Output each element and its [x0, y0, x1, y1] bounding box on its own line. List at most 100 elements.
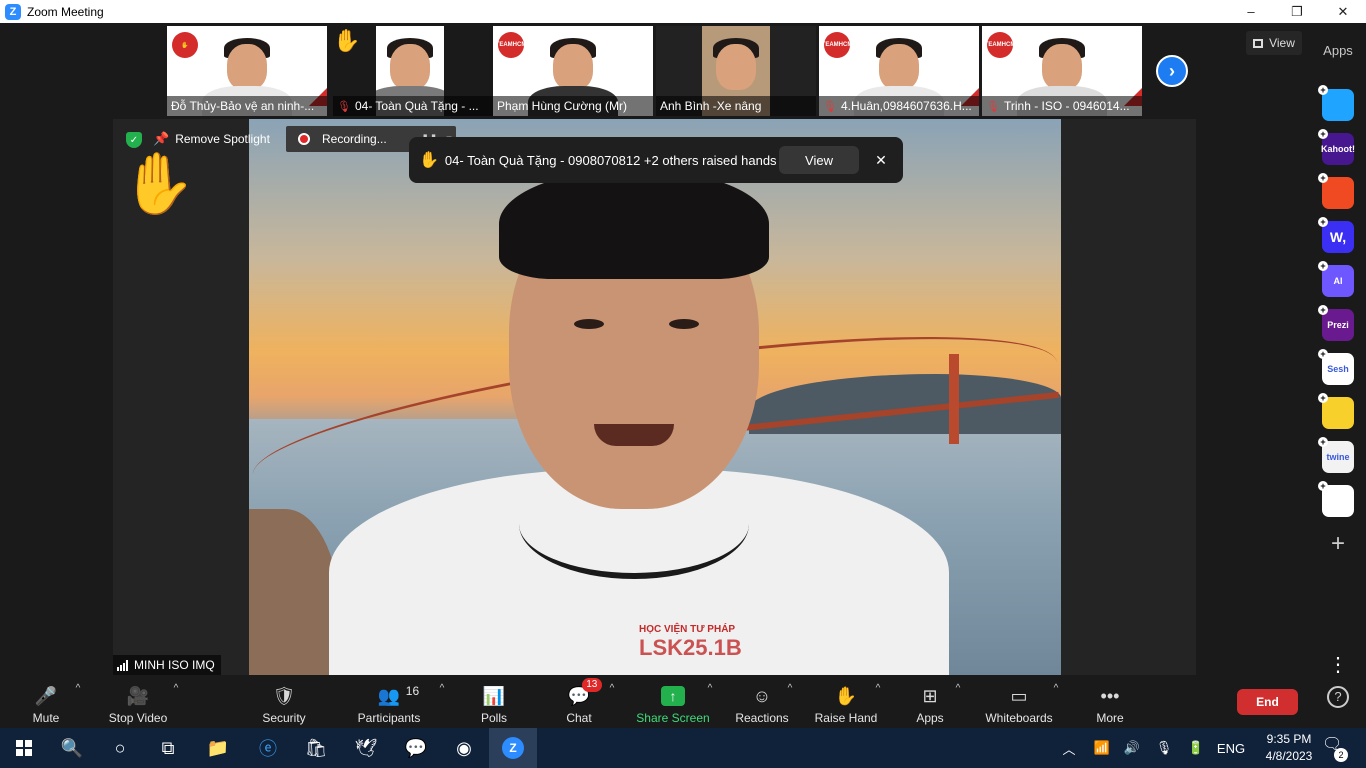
apps-button[interactable]: ⊞ Apps — [912, 679, 948, 726]
sesh-app-icon[interactable]: + Sesh — [1318, 349, 1354, 385]
end-meeting-button[interactable]: End — [1237, 689, 1298, 715]
close-window-button[interactable]: ✕ — [1320, 0, 1366, 23]
stop-video-button[interactable]: 🎥 Stop Video — [104, 679, 172, 726]
title-bar: Z Zoom Meeting – ❐ ✕ — [0, 0, 1366, 23]
add-app-button[interactable]: + — [1322, 530, 1354, 558]
maximize-button[interactable]: ❐ — [1274, 0, 1320, 23]
participant-name: 🎙 Trinh - ISO - 0946014... — [982, 96, 1142, 116]
participants-button[interactable]: 👥 16 Participants — [354, 679, 424, 725]
add-app-icon: + — [1318, 393, 1328, 403]
notification-close-button[interactable]: ✕ — [869, 146, 893, 174]
muted-mic-icon: 🎙 — [337, 101, 351, 113]
battery-icon: 🔋 — [1187, 740, 1205, 755]
view-button[interactable]: View — [1246, 31, 1302, 55]
emoji-app-icon[interactable]: + — [1318, 393, 1354, 429]
notification-count: 2 — [1334, 748, 1348, 762]
app-icon[interactable]: + — [1318, 85, 1354, 121]
participant-tile[interactable]: TEAMHCM 🎙 Trinh - ISO - 0946014... — [982, 26, 1142, 116]
participant-tile[interactable]: Anh Bình -Xe nâng — [656, 26, 816, 116]
raised-hand-icon: ✋ — [419, 152, 439, 169]
participant-face — [1042, 44, 1082, 90]
participants-count: 16 — [405, 684, 420, 698]
participant-face — [879, 44, 919, 90]
minimize-button[interactable]: – — [1228, 0, 1274, 23]
signal-icon — [117, 659, 129, 671]
chrome-button[interactable]: ◉ — [440, 728, 488, 768]
meeting-toolbar: 🎤 Mute ^ 🎥 Stop Video ^ 🛡 Security 👥 16 P… — [0, 675, 1310, 728]
add-app-icon: + — [1318, 129, 1328, 139]
volume-button[interactable]: 🔊 — [1120, 728, 1144, 768]
polls-button[interactable]: 📊 Polls — [474, 679, 514, 726]
battery-button[interactable]: 🔋 — [1184, 728, 1208, 768]
participant-name: 🎙 04- Toàn Quà Tặng - ... — [333, 96, 493, 116]
edge-button[interactable]: ⓔ — [244, 728, 292, 768]
more-button[interactable]: ••• More — [1092, 679, 1128, 726]
raise-hand-options-caret[interactable]: ^ — [872, 679, 884, 725]
raise-hand-button[interactable]: ✋ Raise Hand — [814, 679, 878, 726]
remove-spotlight-button[interactable]: 📌 Remove Spotlight — [153, 126, 270, 152]
apps-options-caret[interactable]: ^ — [952, 679, 964, 725]
share-options-caret[interactable]: ^ — [704, 679, 716, 725]
spotlight-video: HỌC VIỆN TƯ PHÁP LSK25.1B — [249, 119, 1061, 675]
show-hidden-icons-button[interactable]: ︿ — [1058, 728, 1080, 768]
whiteboards-options-caret[interactable]: ^ — [1050, 679, 1062, 725]
security-button[interactable]: 🛡 Security — [258, 679, 310, 726]
file-explorer-button[interactable]: 📁 — [194, 728, 242, 768]
microphone-tray-button[interactable]: 🎙 — [1152, 728, 1176, 768]
bar-chart-icon: 📊 — [482, 685, 506, 706]
window-title: Zoom Meeting — [27, 4, 104, 19]
chat-button[interactable]: 💬 13 Chat — [560, 678, 602, 725]
ai-app-icon[interactable]: + AI — [1318, 261, 1354, 297]
pin-icon: 📌 — [153, 131, 170, 146]
notification-view-button[interactable]: View — [779, 146, 859, 174]
start-button[interactable] — [0, 728, 48, 768]
mute-button[interactable]: 🎤 Mute — [28, 679, 64, 726]
prezi-app-icon[interactable]: + Prezi — [1318, 305, 1354, 341]
store-button[interactable]: 🛍 — [292, 728, 340, 768]
reactions-button[interactable]: ☺ Reactions — [734, 679, 790, 726]
wooclap-app-icon[interactable]: + W, — [1318, 217, 1354, 253]
speaker-mouth — [594, 424, 674, 446]
participant-tile[interactable]: TEAMHCM 🎙 4.Huân,0984607636.H... — [819, 26, 979, 116]
app-button[interactable]: 🕊 — [342, 728, 390, 768]
reactions-options-caret[interactable]: ^ — [784, 679, 796, 725]
twine-app-icon[interactable]: + twine — [1318, 437, 1354, 473]
share-screen-button[interactable]: ↑ Share Screen — [636, 679, 710, 725]
speaker-hair — [499, 169, 769, 279]
whiteboards-button[interactable]: ▭ Whiteboards — [982, 679, 1056, 726]
more-options-button[interactable]: ⋮ — [1322, 651, 1354, 679]
mute-options-caret[interactable]: ^ — [72, 679, 84, 725]
participant-tile[interactable]: ✋ Đỗ Thủy-Bảo vệ an ninh-... — [167, 26, 327, 116]
hand-badge-icon: ✋ — [172, 32, 198, 58]
next-page-button[interactable]: › — [1156, 55, 1188, 87]
zoom-taskbar-button[interactable]: Z — [489, 728, 537, 768]
participant-face — [390, 44, 430, 90]
window-controls: – ❐ ✕ — [1228, 0, 1366, 23]
app-icon[interactable]: + — [1318, 173, 1354, 209]
clock[interactable]: 9:35 PM 4/8/2023 — [1258, 731, 1320, 765]
app-icon[interactable]: + — [1318, 481, 1354, 517]
microphone-icon: 🎤 — [34, 685, 58, 706]
team-logo-icon: TEAMHCM — [985, 32, 1015, 58]
participants-options-caret[interactable]: ^ — [436, 679, 448, 725]
zalo-button[interactable]: 💬 — [392, 728, 440, 768]
spotlight-stage: HỌC VIỆN TƯ PHÁP LSK25.1B ✓ 📌 Remove Spo… — [113, 119, 1196, 675]
help-button[interactable]: ? — [1327, 686, 1349, 708]
whiteboard-icon: ▭ — [1010, 685, 1028, 706]
video-options-caret[interactable]: ^ — [170, 679, 182, 725]
shield-icon: 🛡 — [272, 685, 296, 706]
participant-tile[interactable]: TEAMHCM Phạm Hùng Cường (Mr) — [493, 26, 653, 116]
task-view-button[interactable]: ⧉ — [144, 728, 192, 768]
apps-panel: Apps + + Kahoot! + + W, + AI + Prezi + Sesh +… — [1310, 23, 1366, 728]
muted-mic-icon: 🎙 — [986, 101, 1000, 113]
speaker-eye — [574, 319, 604, 329]
notifications-button[interactable]: 🗨 2 — [1322, 736, 1348, 762]
chat-options-caret[interactable]: ^ — [606, 679, 618, 725]
kahoot-app-icon[interactable]: + Kahoot! — [1318, 129, 1355, 165]
shield-icon[interactable]: ✓ — [126, 132, 142, 148]
language-button[interactable]: ENG — [1214, 728, 1248, 768]
muted-mic-icon: 🎙 — [823, 101, 837, 113]
search-button[interactable]: 🔍 — [48, 728, 96, 768]
cortana-button[interactable]: ○ — [96, 728, 144, 768]
network-button[interactable]: 📶 — [1090, 728, 1114, 768]
